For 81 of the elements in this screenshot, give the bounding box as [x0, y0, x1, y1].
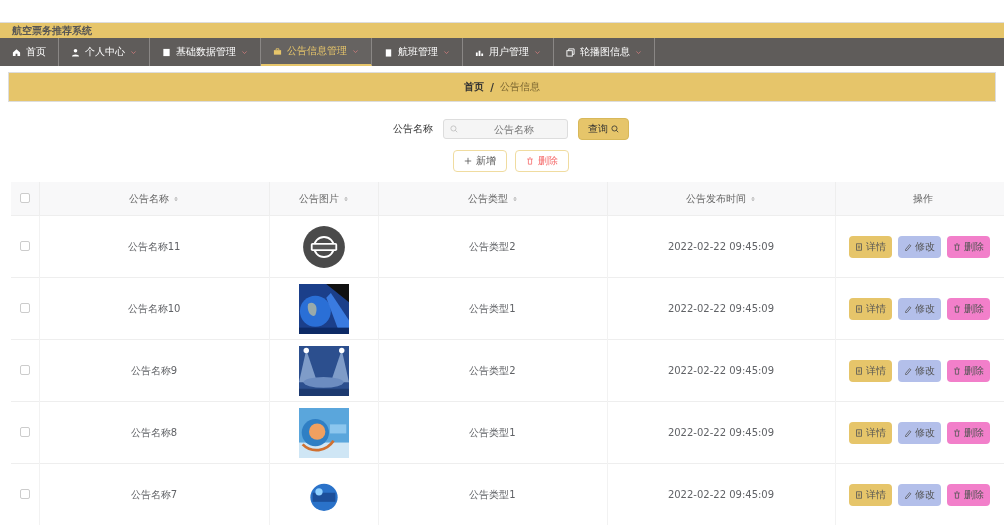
search-label: 公告名称 — [393, 122, 434, 136]
document-icon — [854, 366, 863, 375]
document-icon — [162, 47, 171, 57]
user-icon — [71, 47, 80, 57]
table-cell: 公告名称9 — [130, 364, 178, 376]
trash-icon — [952, 490, 961, 499]
clipboard-icon — [384, 47, 393, 57]
table-cell: 2022-02-22 09:45:09 — [667, 303, 775, 314]
edit-button[interactable]: 修改 — [897, 359, 941, 382]
table-cell: 2022-02-22 09:45:09 — [667, 365, 775, 376]
delete-button[interactable]: 删除 — [946, 421, 990, 444]
detail-button[interactable]: 详情 — [848, 359, 892, 382]
row-checkbox[interactable] — [19, 240, 30, 251]
breadcrumb-current: 公告信息 — [499, 80, 540, 94]
pencil-icon — [903, 304, 912, 313]
nav-tab[interactable]: 航班管理 — [372, 38, 463, 66]
table-cell: 公告名称10 — [127, 302, 181, 314]
pencil-icon — [903, 242, 912, 251]
detail-button[interactable]: 详情 — [848, 483, 892, 506]
column-header: 公告名称 — [129, 191, 169, 206]
nav-tab[interactable]: 用户管理 — [463, 38, 554, 66]
pencil-icon — [903, 428, 912, 437]
trash-icon — [952, 428, 961, 437]
edit-button[interactable]: 修改 — [897, 421, 941, 444]
trash-icon — [952, 366, 961, 375]
delete-button[interactable]: 删除 — [515, 150, 570, 172]
column-header: 公告类型 — [467, 191, 508, 206]
nav-tab[interactable]: 个人中心 — [59, 38, 150, 66]
delete-button[interactable]: 删除 — [946, 235, 990, 258]
briefcase-icon — [273, 46, 282, 56]
plus-icon — [464, 157, 473, 165]
edit-button[interactable]: 修改 — [897, 297, 941, 320]
table-cell: 2022-02-22 09:45:09 — [667, 427, 775, 438]
breadcrumb-link[interactable]: 首页 — [464, 80, 485, 94]
row-checkbox[interactable] — [19, 426, 30, 437]
add-button[interactable]: 新增 — [453, 150, 508, 172]
edit-button[interactable]: 修改 — [897, 235, 941, 258]
delete-button[interactable]: 删除 — [946, 297, 990, 320]
select-all-checkbox[interactable] — [19, 192, 30, 203]
column-header: 操作 — [913, 191, 933, 206]
row-checkbox[interactable] — [19, 302, 30, 313]
pencil-icon — [903, 366, 912, 375]
table-cell: 公告类型1 — [469, 302, 516, 314]
delete-button[interactable]: 删除 — [946, 359, 990, 382]
table-cell: 公告类型2 — [469, 364, 516, 376]
nav-tab[interactable]: 公告信息管理 — [261, 38, 372, 66]
trash-icon — [526, 157, 535, 165]
search-icon — [450, 125, 459, 133]
row-checkbox[interactable] — [19, 364, 30, 375]
nav-tab[interactable]: 轮播图信息 — [554, 38, 655, 66]
system-title: 航空票务推荐系统 — [12, 23, 92, 38]
table-cell: 2022-02-22 09:45:09 — [667, 489, 775, 500]
document-icon — [854, 490, 863, 499]
search-field[interactable]: 公告名称 — [443, 119, 569, 139]
document-icon — [854, 304, 863, 313]
trash-icon — [952, 242, 961, 251]
table-cell: 公告名称8 — [130, 426, 178, 438]
table-cell: 公告类型1 — [469, 488, 516, 500]
table-cell: 公告类型1 — [469, 426, 516, 438]
search-icon — [611, 125, 620, 133]
copy-icon — [566, 47, 575, 57]
detail-button[interactable]: 详情 — [848, 421, 892, 444]
nav-tab[interactable]: 首页 — [0, 38, 59, 66]
column-header: 公告图片 — [298, 191, 339, 206]
document-icon — [854, 242, 863, 251]
table-cell: 公告名称11 — [127, 240, 181, 252]
document-icon — [854, 428, 863, 437]
table-cell: 公告类型2 — [469, 240, 516, 252]
detail-button[interactable]: 详情 — [848, 297, 892, 320]
table-cell: 2022-02-22 09:45:09 — [667, 241, 775, 252]
delete-button[interactable]: 删除 — [946, 483, 990, 506]
breadcrumb-separator: / — [490, 81, 494, 93]
pencil-icon — [903, 490, 912, 499]
trash-icon — [952, 304, 961, 313]
search-button[interactable]: 查询 — [578, 118, 630, 140]
table-cell: 公告名称7 — [130, 488, 178, 500]
edit-button[interactable]: 修改 — [897, 483, 941, 506]
column-header: 公告发布时间 — [686, 191, 746, 206]
detail-button[interactable]: 详情 — [848, 235, 892, 258]
row-checkbox[interactable] — [19, 488, 30, 499]
home-icon — [12, 47, 21, 57]
